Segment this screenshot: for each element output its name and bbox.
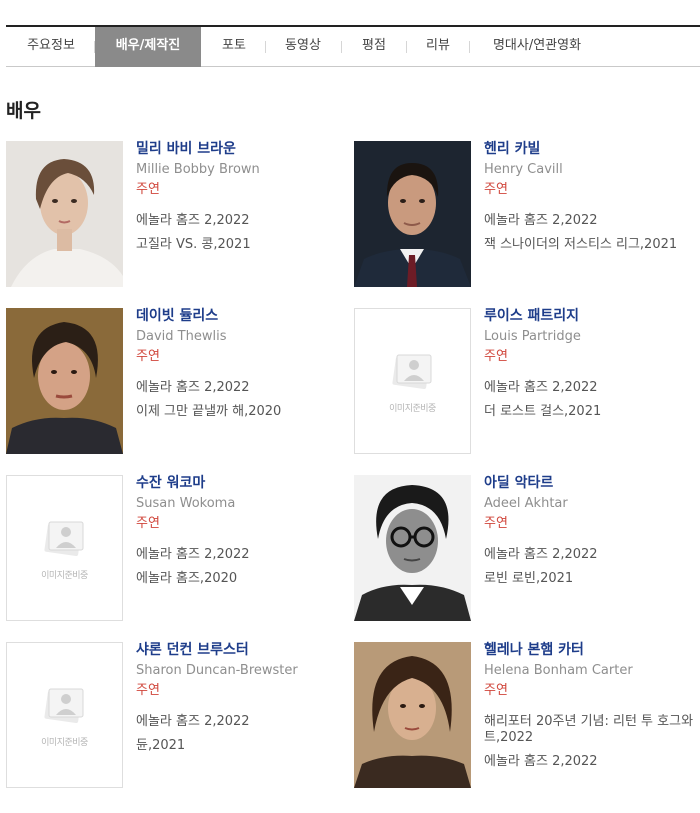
actor-photo-placeholder[interactable]: 이미지준비중 xyxy=(354,308,471,454)
cast-card: 헬레나 본햄 카터 Helena Bonham Carter 주연 해리포터 2… xyxy=(354,642,699,790)
actor-english-name: Millie Bobby Brown xyxy=(136,162,260,177)
actor-photo[interactable] xyxy=(354,141,471,287)
actor-role: 주연 xyxy=(136,182,160,197)
cast-card: 이미지준비중 샤론 던컨 브루스터 Sharon Duncan-Brewster… xyxy=(6,642,351,790)
tab-rating[interactable]: 평점 xyxy=(350,27,398,67)
tab-main-info[interactable]: 주요정보 xyxy=(14,27,88,67)
actor-photo[interactable] xyxy=(354,642,471,788)
filmography: 에놀라 홈즈 2,2022 고질라 VS. 콩,2021 xyxy=(136,213,356,253)
actor-role: 주연 xyxy=(484,683,508,698)
filmography-item[interactable]: 듄,2021 xyxy=(136,738,356,754)
filmography: 에놀라 홈즈 2,2022 듄,2021 xyxy=(136,714,356,754)
tab-separator xyxy=(406,41,407,53)
actor-english-name: David Thewlis xyxy=(136,329,227,344)
image-placeholder-icon xyxy=(44,688,84,723)
filmography-item[interactable]: 에놀라 홈즈 2,2022 xyxy=(136,714,356,730)
actor-english-name: Adeel Akhtar xyxy=(484,496,568,511)
tab-separator xyxy=(265,41,266,53)
tab-quotes-related[interactable]: 명대사/연관영화 xyxy=(478,27,596,67)
filmography-item[interactable]: 에놀라 홈즈 2,2022 xyxy=(484,380,700,396)
cast-card: 밀리 바비 브라운 Millie Bobby Brown 주연 에놀라 홈즈 2… xyxy=(6,141,351,289)
cast-card: 이미지준비중 수잔 워코마 Susan Wokoma 주연 에놀라 홈즈 2,2… xyxy=(6,475,351,623)
actor-korean-name[interactable]: 샤론 던컨 브루스터 xyxy=(136,642,356,662)
actor-role: 주연 xyxy=(136,349,160,364)
filmography-item[interactable]: 에놀라 홈즈,2020 xyxy=(136,571,356,587)
placeholder-label: 이미지준비중 xyxy=(389,404,436,414)
filmography-item[interactable]: 이제 그만 끝낼까 해,2020 xyxy=(136,404,356,420)
cast-card: 헨리 카빌 Henry Cavill 주연 에놀라 홈즈 2,2022 잭 스나… xyxy=(354,141,699,289)
image-placeholder-icon xyxy=(44,521,84,556)
filmography: 에놀라 홈즈 2,2022 로빈 로빈,2021 xyxy=(484,547,700,587)
tab-cast-crew[interactable]: 배우/제작진 xyxy=(95,27,201,67)
actor-korean-name[interactable]: 헨리 카빌 xyxy=(484,141,700,161)
cast-card: 이미지준비중 루이스 패트리지 Louis Partridge 주연 에놀라 홈… xyxy=(354,308,699,456)
filmography-item[interactable]: 에놀라 홈즈 2,2022 xyxy=(484,547,700,563)
filmography-item[interactable]: 에놀라 홈즈 2,2022 xyxy=(136,380,356,396)
filmography-item[interactable]: 에놀라 홈즈 2,2022 xyxy=(136,547,356,563)
actor-photo-placeholder[interactable]: 이미지준비중 xyxy=(6,475,123,621)
tab-separator xyxy=(469,41,470,53)
tab-separator xyxy=(341,41,342,53)
actor-role: 주연 xyxy=(136,683,160,698)
actor-korean-name[interactable]: 루이스 패트리지 xyxy=(484,308,700,328)
actor-role: 주연 xyxy=(484,516,508,531)
tab-photo[interactable]: 포토 xyxy=(211,27,257,67)
section-title-cast: 배우 xyxy=(6,100,41,122)
filmography-item[interactable]: 잭 스나이더의 저스티스 리그,2021 xyxy=(484,237,700,253)
tab-bar: 주요정보 배우/제작진 포토 동영상 평점 리뷰 명대사/연관영화 xyxy=(6,25,700,67)
filmography: 해리포터 20주년 기념: 리턴 투 호그와트,2022 에놀라 홈즈 2,20… xyxy=(484,714,700,770)
filmography-item[interactable]: 로빈 로빈,2021 xyxy=(484,571,700,587)
actor-photo[interactable] xyxy=(6,308,123,454)
filmography-item[interactable]: 에놀라 홈즈 2,2022 xyxy=(484,213,700,229)
cast-card: 아딜 악타르 Adeel Akhtar 주연 에놀라 홈즈 2,2022 로빈 … xyxy=(354,475,699,623)
image-placeholder-icon xyxy=(392,354,432,389)
actor-korean-name[interactable]: 데이빗 듈리스 xyxy=(136,308,356,328)
cast-card: 데이빗 듈리스 David Thewlis 주연 에놀라 홈즈 2,2022 이… xyxy=(6,308,351,456)
filmography-item[interactable]: 더 로스트 걸스,2021 xyxy=(484,404,700,420)
actor-photo[interactable] xyxy=(354,475,471,621)
tab-video[interactable]: 동영상 xyxy=(274,27,332,67)
tab-review[interactable]: 리뷰 xyxy=(414,27,462,67)
filmography: 에놀라 홈즈 2,2022 이제 그만 끝낼까 해,2020 xyxy=(136,380,356,420)
actor-english-name: Henry Cavill xyxy=(484,162,563,177)
actor-role: 주연 xyxy=(136,516,160,531)
actor-role: 주연 xyxy=(484,349,508,364)
actor-photo[interactable] xyxy=(6,141,123,287)
placeholder-label: 이미지준비중 xyxy=(41,738,88,748)
actor-korean-name[interactable]: 아딜 악타르 xyxy=(484,475,700,495)
actor-korean-name[interactable]: 수잔 워코마 xyxy=(136,475,356,495)
filmography: 에놀라 홈즈 2,2022 잭 스나이더의 저스티스 리그,2021 xyxy=(484,213,700,253)
actor-english-name: Louis Partridge xyxy=(484,329,581,344)
filmography-item[interactable]: 에놀라 홈즈 2,2022 xyxy=(484,754,700,770)
placeholder-label: 이미지준비중 xyxy=(41,571,88,581)
actor-role: 주연 xyxy=(484,182,508,197)
actor-photo-placeholder[interactable]: 이미지준비중 xyxy=(6,642,123,788)
actor-english-name: Susan Wokoma xyxy=(136,496,236,511)
filmography: 에놀라 홈즈 2,2022 더 로스트 걸스,2021 xyxy=(484,380,700,420)
actor-korean-name[interactable]: 헬레나 본햄 카터 xyxy=(484,642,700,662)
filmography-item[interactable]: 해리포터 20주년 기념: 리턴 투 호그와트,2022 xyxy=(484,714,700,746)
filmography-item[interactable]: 에놀라 홈즈 2,2022 xyxy=(136,213,356,229)
actor-english-name: Sharon Duncan-Brewster xyxy=(136,663,298,678)
filmography: 에놀라 홈즈 2,2022 에놀라 홈즈,2020 xyxy=(136,547,356,587)
filmography-item[interactable]: 고질라 VS. 콩,2021 xyxy=(136,237,356,253)
actor-english-name: Helena Bonham Carter xyxy=(484,663,633,678)
actor-korean-name[interactable]: 밀리 바비 브라운 xyxy=(136,141,356,161)
